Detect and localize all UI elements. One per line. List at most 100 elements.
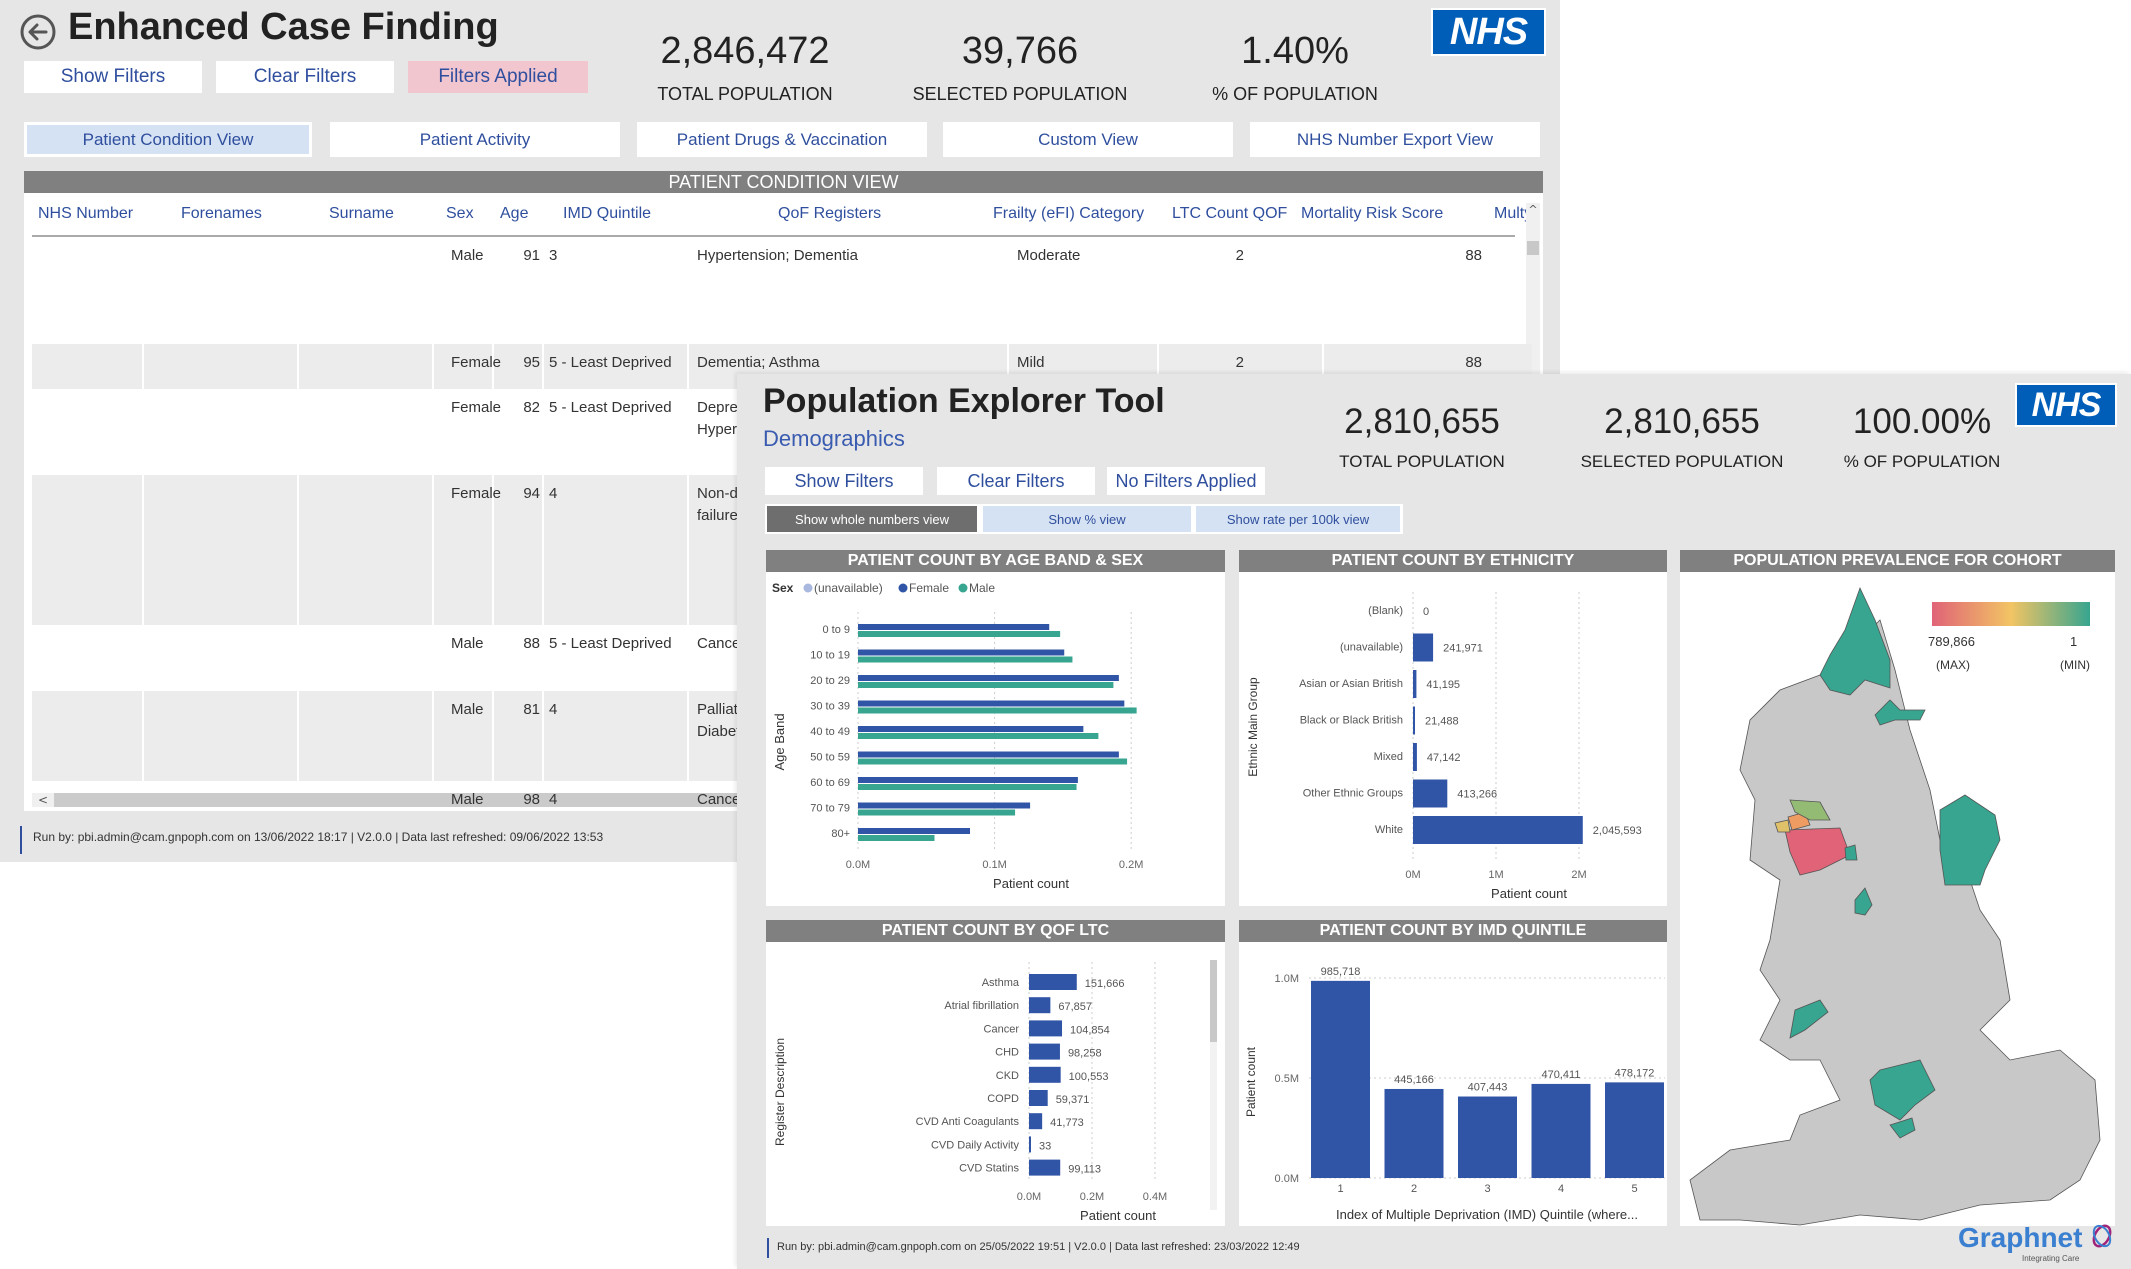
data-label: 151,666	[1085, 978, 1125, 990]
bar-male	[858, 631, 1061, 637]
kpi-total-population-value: 2,846,472	[660, 30, 830, 72]
bar	[1605, 1082, 1664, 1178]
tab-patient-drugs-vaccination[interactable]: Patient Drugs & Vaccination	[637, 122, 927, 157]
bar	[1029, 1159, 1061, 1176]
data-label: 478,172	[1615, 1067, 1655, 1079]
tab-custom-view[interactable]: Custom View	[943, 122, 1233, 157]
chart-title: PATIENT COUNT BY AGE BAND & SEX	[766, 550, 1225, 572]
chart-scrollbar-thumb[interactable]	[1210, 960, 1217, 1042]
bar-female	[858, 700, 1125, 707]
col-mortality-risk-score[interactable]: Mortality Risk Score	[1301, 193, 1443, 235]
bar	[1413, 816, 1583, 844]
col-nhs-number[interactable]: NHS Number	[38, 193, 133, 235]
x-tick-label: 2M	[1571, 869, 1586, 881]
clear-filters-button[interactable]: Clear Filters	[937, 467, 1095, 495]
column-separator	[542, 691, 544, 781]
cell-mortality: 88	[1465, 247, 1482, 264]
bar-male	[858, 809, 1016, 816]
cell-frailty: Moderate	[1017, 247, 1081, 264]
y-tick-label: White	[1375, 824, 1403, 836]
x-tick-label: 2	[1411, 1183, 1417, 1195]
page-title: Enhanced Case Finding	[68, 6, 499, 48]
legend-marker	[803, 583, 813, 593]
chart-scrollbar[interactable]	[1210, 960, 1217, 1210]
filters-applied-badge[interactable]: Filters Applied	[408, 61, 588, 93]
bar	[1029, 1090, 1048, 1106]
y-tick-label: CKD	[996, 1070, 1019, 1082]
col-forenames[interactable]: Forenames	[181, 193, 262, 235]
y-axis-title: Age Band	[772, 713, 787, 770]
col-surname[interactable]: Surname	[329, 193, 394, 235]
bar	[1311, 980, 1370, 1178]
y-tick-label: 0 to 9	[822, 624, 850, 636]
y-tick-label: 80+	[831, 828, 850, 840]
scroll-up-icon[interactable]: ^	[1527, 203, 1539, 217]
nhs-logo: NHS	[2015, 383, 2117, 427]
col-ltc-count-qof[interactable]: LTC Count QOF	[1172, 193, 1287, 235]
bar-female	[858, 624, 1050, 630]
y-tick-label: 0.5M	[1275, 1073, 1299, 1085]
col-sex[interactable]: Sex	[446, 193, 474, 235]
bar	[1531, 1083, 1591, 1178]
col-frailty-category[interactable]: Frailty (eFI) Category	[993, 193, 1144, 235]
cell-imd: 5 - Least Deprived	[549, 635, 672, 652]
toggle-rate-per-100k[interactable]: Show rate per 100k view	[1196, 506, 1400, 532]
bar	[1029, 1136, 1031, 1153]
column-separator	[687, 691, 689, 781]
data-label: 445,166	[1394, 1074, 1434, 1086]
cell-qof: Non-di failure;	[697, 485, 743, 524]
tab-patient-condition-view[interactable]: Patient Condition View	[24, 122, 312, 157]
age-sex-chart-panel: PATIENT COUNT BY AGE BAND & SEX Sex (unav…	[766, 550, 1225, 906]
column-separator	[297, 344, 299, 389]
toggle-whole-numbers[interactable]: Show whole numbers view	[767, 506, 977, 532]
bar	[1413, 706, 1415, 735]
show-filters-button[interactable]: Show Filters	[24, 61, 202, 93]
kpi-total-population-label: TOTAL POPULATION	[657, 84, 833, 104]
view-toggle-group: Show whole numbers view Show % view Show…	[765, 504, 1403, 534]
tab-patient-activity[interactable]: Patient Activity	[330, 122, 620, 157]
kpi-percent-population-value: 1.40%	[1241, 30, 1349, 72]
y-tick-label: CVD Anti Coagulants	[916, 1116, 1020, 1128]
toggle-percent[interactable]: Show % view	[983, 506, 1191, 532]
footer-accent	[20, 826, 22, 854]
data-label: 99,113	[1068, 1164, 1101, 1176]
clear-filters-button[interactable]: Clear Filters	[216, 61, 394, 93]
data-label: 59,371	[1056, 1094, 1090, 1106]
x-tick-label: 0.2M	[1080, 1191, 1104, 1203]
bar	[1029, 997, 1051, 1014]
chart-title: PATIENT COUNT BY IMD QUINTILE	[1239, 920, 1667, 942]
table-row[interactable]: Male 91 3 Hypertension; Dementia Moderate 2 88	[32, 237, 1532, 344]
show-filters-button[interactable]: Show Filters	[765, 467, 923, 495]
column-separator	[142, 691, 144, 781]
england-map[interactable]	[1680, 580, 2115, 1226]
cell-imd: 4	[549, 701, 558, 718]
cell-sex: Female	[451, 485, 502, 502]
tab-nhs-number-export-view[interactable]: NHS Number Export View	[1250, 122, 1540, 157]
y-tick-label: 1.0M	[1275, 973, 1299, 985]
x-tick-label: 0.0M	[846, 859, 870, 871]
legend-title: Sex	[772, 581, 794, 595]
y-tick-label: COPD	[987, 1093, 1019, 1105]
x-tick-label: 4	[1558, 1183, 1564, 1195]
bar	[1029, 1043, 1060, 1060]
col-qof-registers[interactable]: QoF Registers	[778, 193, 881, 235]
col-age[interactable]: Age	[500, 193, 528, 235]
data-label: 470,411	[1542, 1069, 1581, 1081]
bar	[1029, 1113, 1043, 1130]
kpi-selected-population-value: 39,766	[961, 30, 1079, 72]
nhs-logo: NHS	[1431, 8, 1546, 56]
data-label: 2,045,593	[1593, 825, 1642, 837]
map-region-northumberland	[1819, 586, 1891, 696]
back-arrow-icon[interactable]	[18, 12, 58, 52]
kpi-selected-population-label: SELECTED POPULATION	[1580, 452, 1784, 471]
y-tick-label: Asian or Asian British	[1299, 678, 1403, 690]
x-axis-title: Patient count	[993, 876, 1069, 891]
y-tick-label: Atrial fibrillation	[944, 1000, 1019, 1012]
col-imd-quintile[interactable]: IMD Quintile	[563, 193, 651, 235]
bar	[1458, 1096, 1517, 1178]
column-separator	[142, 344, 144, 389]
bar-male	[858, 784, 1077, 790]
cell-qof: Dementia; Asthma	[697, 354, 820, 371]
cell-mortality: 88	[1465, 354, 1482, 371]
y-axis-title: Ethnic Main Group	[1246, 677, 1260, 777]
